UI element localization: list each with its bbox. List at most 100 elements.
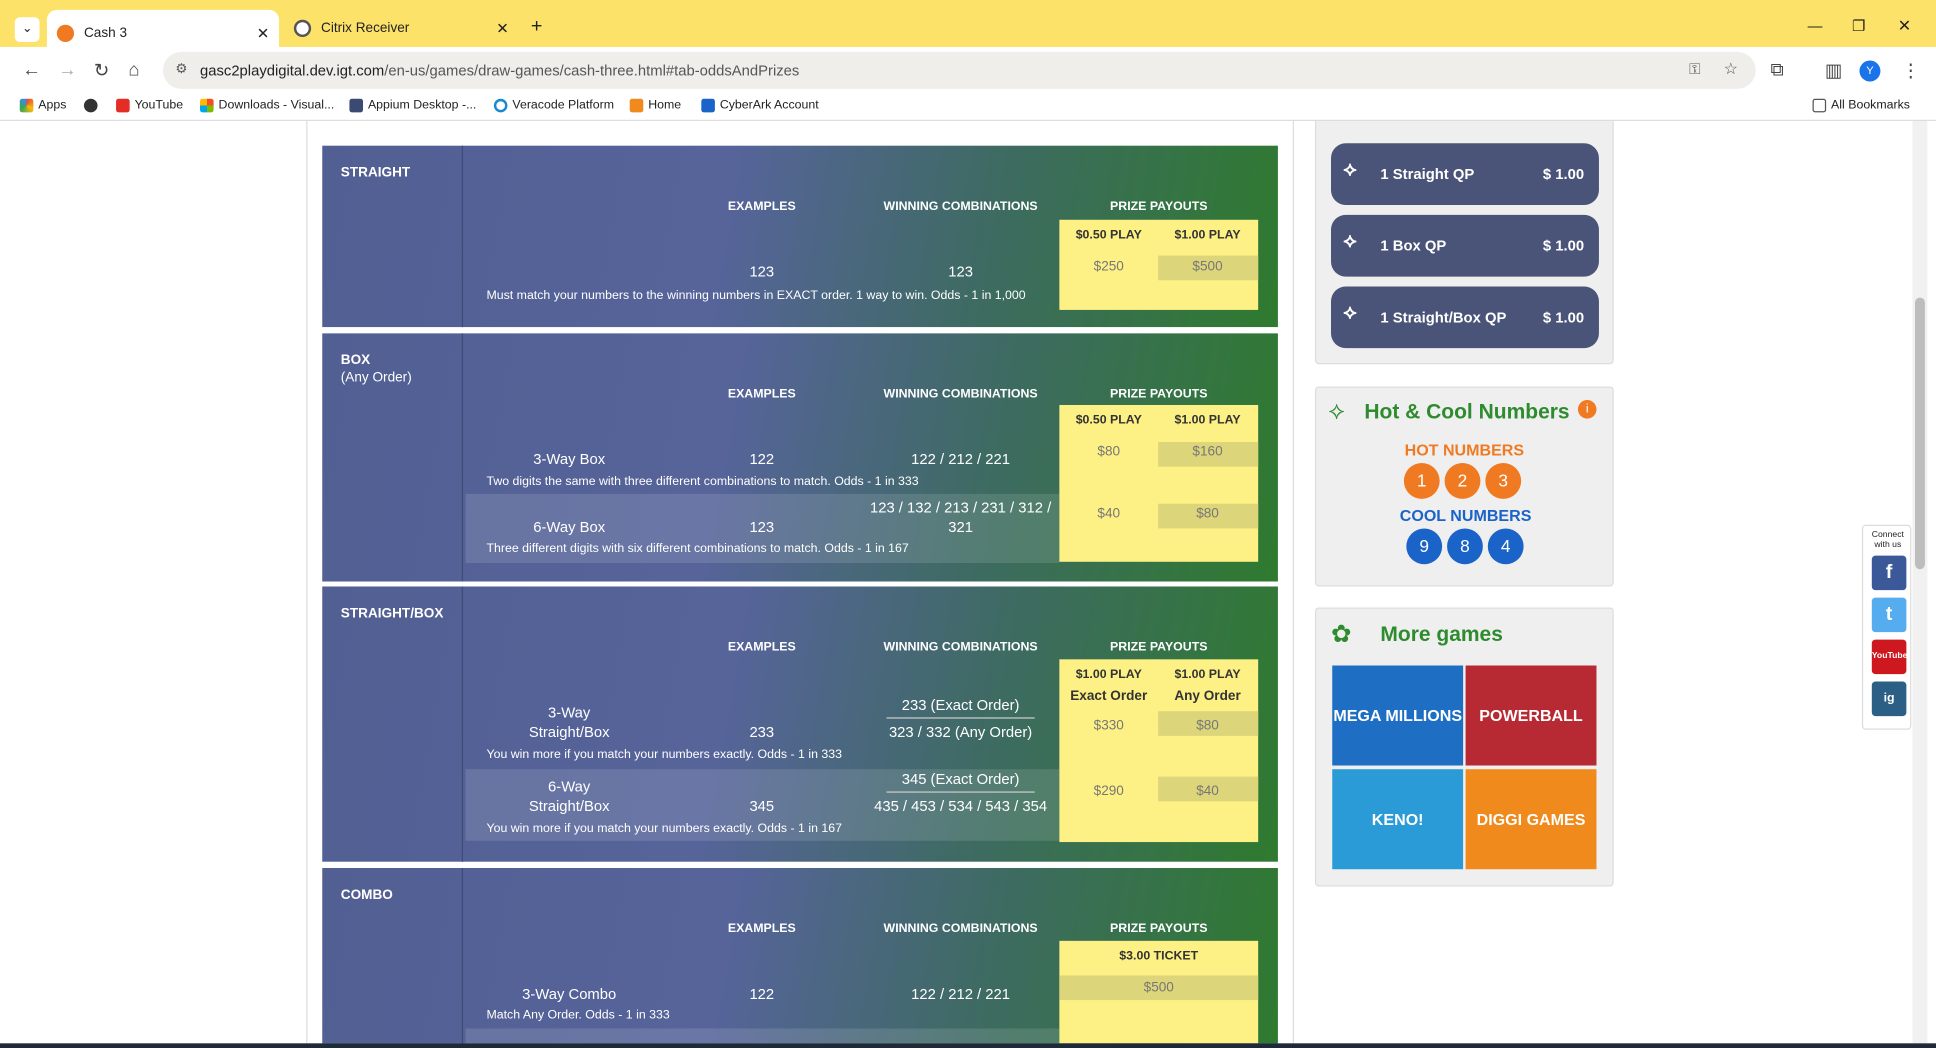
extensions-icon[interactable]: ⧉	[1771, 59, 1784, 80]
address-toolbar: ← → ↻ ⌂ ⚙ gasc2playdigital.dev.igt.com/e…	[0, 46, 1936, 94]
forward-icon[interactable]: →	[58, 59, 77, 80]
prize-box: $0.50 PLAY $1.00 PLAY $250 $500	[1059, 219, 1259, 310]
scrollbar-thumb[interactable]	[1915, 297, 1925, 570]
new-tab-icon[interactable]: +	[531, 16, 543, 38]
hot-number: 2	[1444, 463, 1481, 499]
winning-value: 323 / 332 (Any Order)	[888, 723, 1033, 741]
profile-avatar[interactable]: Y	[1859, 60, 1881, 82]
prize-value: $290	[1093, 784, 1124, 799]
url-path: /en-us/games/draw-games/cash-three.html#…	[384, 61, 800, 80]
keno-tile[interactable]: KENO!	[1332, 769, 1464, 870]
quickpick-label: 1 Box QP	[1380, 237, 1447, 255]
appium-icon	[349, 98, 364, 113]
row-name: 3-Way Combo	[522, 985, 617, 1003]
winning-value: 435 / 453 / 534 / 543 / 354	[874, 797, 1048, 815]
odds-text: Must match your numbers to the winning n…	[486, 288, 1026, 303]
bookmark-cyberark[interactable]: CyberArk Account	[701, 98, 819, 113]
examples-header: EXAMPLES	[727, 200, 796, 214]
mega-millions-tile[interactable]: MEGA MILLIONS	[1332, 665, 1464, 766]
section-title: BOX (Any Order)	[322, 333, 464, 582]
payouts-header: PRIZE PAYOUTS	[1110, 200, 1208, 214]
youtube-icon[interactable]: YouTube	[1871, 639, 1907, 675]
examples-header: EXAMPLES	[727, 387, 796, 402]
example-value: 345	[749, 797, 775, 815]
play-label: $1.00 PLAY	[1174, 667, 1241, 682]
site-info-icon[interactable]: ⚙	[175, 61, 187, 77]
restore-icon[interactable]: ❐	[1852, 17, 1865, 34]
winning-value: 345 (Exact Order)	[886, 770, 1035, 793]
reload-icon[interactable]: ↻	[94, 59, 110, 82]
url-bar[interactable]: ⚙ gasc2playdigital.dev.igt.com/en-us/gam…	[162, 51, 1756, 89]
powerball-tile[interactable]: POWERBALL	[1465, 665, 1597, 766]
example-value: 122	[749, 450, 775, 468]
folder-icon	[1812, 98, 1827, 113]
prize-box: $1.00 PLAY $1.00 PLAY Exact Order Any Or…	[1059, 659, 1259, 843]
prize-value: $80	[1196, 718, 1219, 734]
all-bookmarks[interactable]: All Bookmarks	[1812, 98, 1910, 113]
bookmark-home[interactable]: Home	[629, 98, 681, 113]
bookmark-veracode[interactable]: Veracode Platform	[493, 98, 614, 113]
bookmarks-bar: Apps YouTube Downloads - Visual... Appiu…	[0, 93, 1936, 122]
bookmark-globe[interactable]	[83, 98, 98, 113]
instagram-icon[interactable]: ig	[1871, 681, 1907, 717]
hot-cool-panel: ⟡ Hot & Cool Numbers i HOT NUMBERS 1 2 3…	[1314, 386, 1614, 587]
menu-kebab-icon[interactable]: ⋮	[1901, 59, 1920, 82]
payouts-header: PRIZE PAYOUTS	[1110, 387, 1208, 402]
examples-header: EXAMPLES	[727, 922, 796, 936]
examples-header: EXAMPLES	[727, 640, 796, 655]
section-title: STRAIGHT	[322, 145, 464, 328]
password-key-icon[interactable]: ⚿	[1689, 61, 1700, 80]
cool-number: 9	[1406, 528, 1443, 565]
cool-number: 8	[1447, 528, 1483, 565]
bookmark-downloads[interactable]: Downloads - Visual...	[200, 98, 334, 113]
globe-icon	[83, 98, 98, 113]
tab-label: Citrix Receiver	[321, 20, 410, 36]
tab-citrix[interactable]: Citrix Receiver ✕	[284, 11, 519, 46]
bookmark-appium[interactable]: Appium Desktop -...	[349, 98, 476, 113]
page-scrollbar[interactable]	[1912, 121, 1928, 1044]
odds-text: Two digits the same with three different…	[486, 475, 919, 489]
minimize-icon[interactable]: —	[1808, 17, 1823, 34]
apps-grid-icon	[19, 98, 34, 113]
more-games-panel: ✿ More games MEGA MILLIONS POWERBALL KEN…	[1314, 607, 1614, 887]
diggi-games-tile[interactable]: DIGGI GAMES	[1465, 769, 1597, 870]
quickpick-label: 1 Straight/Box QP	[1380, 308, 1507, 326]
prize-value: $500	[1192, 259, 1223, 275]
twitter-icon[interactable]: t	[1871, 597, 1907, 633]
example-value: 123	[749, 518, 775, 536]
info-icon[interactable]: i	[1577, 400, 1597, 419]
cash3-favicon-icon	[56, 24, 75, 42]
play-label: $0.50 PLAY	[1075, 228, 1142, 243]
bookmark-star-icon[interactable]: ☆	[1724, 59, 1738, 79]
microsoft-icon	[200, 98, 214, 113]
ticket-icon: ⟡	[1343, 159, 1357, 181]
play-label: $1.00 PLAY	[1174, 413, 1241, 428]
quickpick-box-button[interactable]: ⟡ 1 Box QP $ 1.00	[1331, 214, 1599, 277]
quickpick-label: 1 Straight QP	[1380, 165, 1475, 183]
example-value: 123	[749, 262, 775, 281]
bookmark-youtube[interactable]: YouTube	[116, 98, 183, 113]
home-icon[interactable]: ⌂	[128, 59, 139, 80]
winning-value: 123 / 132 / 213 / 231 / 312 / 321	[869, 498, 1052, 536]
close-window-icon[interactable]: ✕	[1898, 16, 1911, 36]
ticket-icon: ⟡	[1328, 397, 1345, 425]
page-content: STRAIGHT EXAMPLES WINNING COMBINATIONS P…	[0, 121, 1936, 1044]
winning-header: WINNING COMBINATIONS	[883, 640, 1038, 655]
close-tab-icon[interactable]: ✕	[496, 20, 508, 37]
quickpick-straight-button[interactable]: ⟡ 1 Straight QP $ 1.00	[1331, 143, 1599, 205]
sidepanel-icon[interactable]: ▥	[1825, 59, 1843, 82]
facebook-icon[interactable]: f	[1871, 555, 1907, 591]
quickpick-panel: ⟡ 1 Straight QP $ 1.00 ⟡ 1 Box QP $ 1.00 ⟡ 1 …	[1314, 121, 1614, 365]
prize-value: $40	[1097, 506, 1121, 522]
quickpick-straightbox-button[interactable]: ⟡ 1 Straight/Box QP $ 1.00	[1331, 286, 1599, 349]
close-tab-icon[interactable]: ✕	[257, 25, 269, 42]
row-name: 6-Way Box	[533, 518, 606, 536]
straight-section: STRAIGHT EXAMPLES WINNING COMBINATIONS P…	[322, 145, 1278, 331]
bookmark-apps[interactable]: Apps	[19, 98, 66, 113]
tab-search-button[interactable]: ⌄	[14, 17, 40, 42]
back-icon[interactable]: ←	[22, 59, 41, 80]
section-subtitle: (Any Order)	[340, 370, 412, 386]
ticket-icon: ⟡	[1343, 230, 1357, 252]
cool-numbers-label: COOL NUMBERS	[1399, 506, 1532, 525]
odds-text: You win more if you match your numbers e…	[486, 822, 842, 836]
